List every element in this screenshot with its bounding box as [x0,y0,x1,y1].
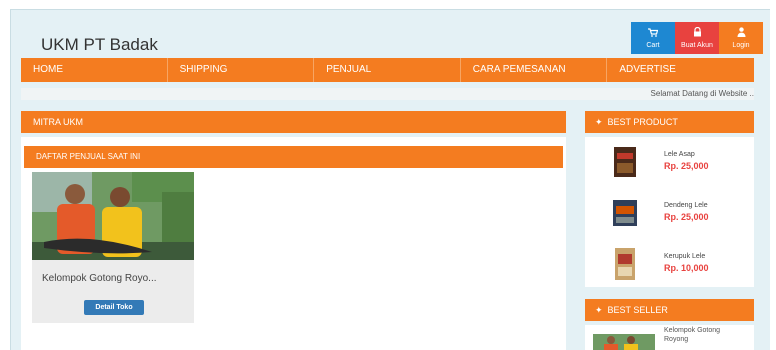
daftar-penjual-header: DAFTAR PENJUAL SAAT INI [24,146,563,168]
product-price: Rp. 10,000 [664,263,709,273]
seller-name: Kelompok Gotong Royo... [42,273,157,284]
login-label: Login [732,42,750,49]
product-thumbnail[interactable] [611,196,639,230]
tags-icon: ✦ [595,117,603,127]
product-thumbnail[interactable] [611,145,639,179]
login-button[interactable]: Login [719,22,763,54]
product-name: Dendeng Lele [664,202,708,209]
buat-akun-label: Buat Akun [681,42,713,49]
top-buttons: Cart Buat Akun Login [631,22,763,54]
nav-item-home[interactable]: HOME [21,58,168,82]
product-item[interactable]: Lele Asap Rp. 25,000 [585,143,754,183]
product-price: Rp. 25,000 [664,212,709,222]
site-title: UKM PT Badak [41,35,158,54]
best-product-header: ✦ BEST PRODUCT [585,111,754,133]
best-product-title: BEST PRODUCT [607,117,678,127]
best-seller-title: BEST SELLER [607,305,668,315]
product-price: Rp. 25,000 [664,161,709,171]
best-product-panel: Lele Asap Rp. 25,000 Dendeng Lele Rp. 25… [585,137,754,287]
seller-photo[interactable] [32,172,194,260]
best-seller-name[interactable]: Kelompok Gotong Royong [664,326,744,344]
product-item[interactable]: Dendeng Lele Rp. 25,000 [585,194,754,234]
tags-icon: ✦ [595,305,603,315]
detail-toko-button[interactable]: Detail Toko [84,300,144,315]
product-item[interactable]: Kerupuk Lele Rp. 10,000 [585,245,754,285]
mitra-ukm-header: MITRA UKM [21,111,566,133]
user-icon [737,27,746,40]
nav-item-penjual[interactable]: PENJUAL [314,58,461,82]
welcome-marquee: Selamat Datang di Website .. [21,88,754,100]
best-seller-thumbnail[interactable] [593,334,655,350]
lock-icon [693,26,702,40]
cart-icon [648,27,659,40]
product-name: Kerupuk Lele [664,253,706,260]
product-name: Lele Asap [664,151,695,158]
nav-item-advertise[interactable]: ADVERTISE [607,58,754,82]
nav-item-shipping[interactable]: SHIPPING [168,58,315,82]
best-seller-panel: Kelompok Gotong Royong [585,325,754,350]
seller-card: Kelompok Gotong Royo... Detail Toko [32,172,194,323]
best-seller-header: ✦ BEST SELLER [585,299,754,321]
cart-button[interactable]: Cart [631,22,675,54]
nav-item-cara-pemesanan[interactable]: CARA PEMESANAN [461,58,608,82]
cart-label: Cart [646,41,660,49]
product-thumbnail[interactable] [611,247,639,281]
buat-akun-button[interactable]: Buat Akun [675,22,719,54]
main-nav: HOME SHIPPING PENJUAL CARA PEMESANAN ADV… [21,58,754,82]
